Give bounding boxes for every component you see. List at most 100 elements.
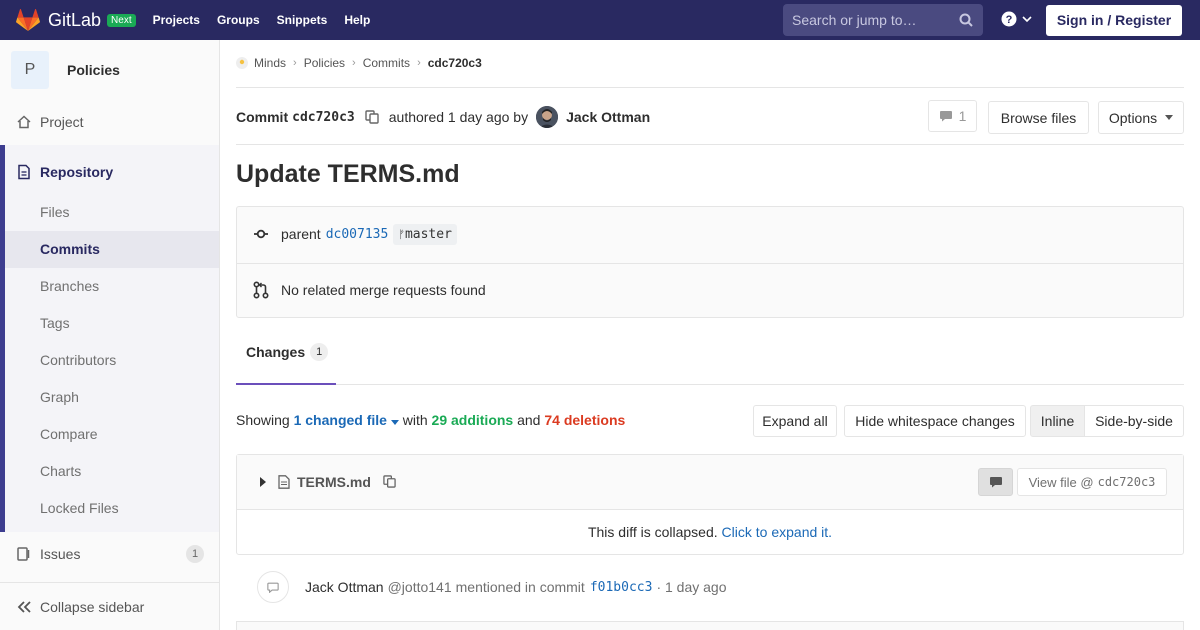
caret-right-icon[interactable] — [259, 477, 267, 487]
copy-icon[interactable] — [383, 475, 396, 488]
changed-files-dropdown[interactable]: 1 changed file — [294, 412, 399, 428]
commit-header: Commit cdc720c3 authored 1 day ago by Ja… — [236, 106, 650, 128]
with-label: with — [402, 412, 428, 428]
sidebar-item-charts[interactable]: Charts — [5, 453, 219, 490]
gitlab-logo[interactable]: GitLab Next — [16, 9, 136, 31]
additions-count: 29 additions — [431, 412, 514, 428]
sidebar-item-project[interactable]: Project — [0, 112, 219, 132]
sidebar-item-commits[interactable]: Commits — [5, 231, 219, 268]
copy-icon[interactable] — [365, 110, 379, 124]
breadcrumb-commits[interactable]: Commits — [363, 56, 410, 70]
commit-icon — [254, 229, 268, 239]
author-avatar[interactable] — [536, 106, 559, 128]
expand-all-button[interactable]: Expand all — [753, 405, 837, 437]
comments-button[interactable]: 1 — [928, 100, 977, 132]
commit-sha: cdc720c3 — [292, 109, 355, 125]
breadcrumb-minds[interactable]: Minds — [254, 56, 286, 70]
parent-label: parent — [281, 226, 321, 242]
commit-info-box: parent dc007135 ᚠmaster No related merge… — [236, 206, 1184, 318]
sidebar-item-locked-files[interactable]: Locked Files — [5, 490, 219, 527]
note-commit-link[interactable]: f01b0cc3 — [590, 580, 653, 595]
project-name: Policies — [67, 62, 120, 78]
project-avatar: P — [11, 51, 49, 89]
side-by-side-view-button[interactable]: Side-by-side — [1084, 405, 1184, 437]
and-label: and — [517, 412, 541, 428]
showing-label: Showing — [236, 412, 290, 428]
collapse-sidebar-label: Collapse sidebar — [40, 598, 145, 615]
nav-groups[interactable]: Groups — [217, 13, 260, 27]
commit-label: Commit — [236, 109, 289, 125]
search-input[interactable]: Search or jump to… — [783, 4, 983, 36]
nav-snippets[interactable]: Snippets — [277, 13, 328, 27]
file-icon — [278, 475, 290, 489]
sign-in-button[interactable]: Sign in / Register — [1046, 5, 1182, 36]
sidebar-item-compare[interactable]: Compare — [5, 416, 219, 453]
divider — [237, 263, 1183, 264]
toggle-comments-button[interactable] — [978, 468, 1013, 496]
collapse-sidebar-button[interactable]: Collapse sidebar — [0, 582, 219, 630]
brand-name: GitLab — [48, 9, 102, 30]
sidebar-item-issues[interactable]: Issues 1 — [0, 543, 219, 565]
caret-down-icon — [1165, 115, 1174, 120]
sidebar-project-header[interactable]: P Policies — [11, 51, 120, 89]
nav-projects[interactable]: Projects — [153, 13, 200, 27]
browse-files-button[interactable]: Browse files — [988, 101, 1089, 134]
sidebar-item-label: Project — [40, 114, 84, 130]
sidebar-item-repository[interactable]: Repository — [16, 164, 113, 180]
tab-changes[interactable]: Changes 1 — [236, 321, 336, 385]
options-dropdown[interactable]: Options — [1098, 101, 1184, 134]
divider — [236, 144, 1184, 145]
view-file-label: View file @ — [1028, 474, 1094, 490]
sidebar-item-tags[interactable]: Tags — [5, 305, 219, 342]
commit-authored-text: authored 1 day ago by — [388, 109, 529, 125]
issues-count-badge: 1 — [186, 545, 204, 563]
sidebar-repository-section: Repository Files Commits Branches Tags C… — [0, 145, 219, 532]
collapsed-text: This diff is collapsed. — [587, 524, 718, 540]
chevron-down-icon — [1022, 16, 1032, 23]
parent-row: parent dc007135 ᚠmaster — [237, 223, 1183, 245]
diff-collapsed-message: This diff is collapsed. Click to expand … — [237, 510, 1183, 555]
breadcrumb-separator: › — [417, 57, 421, 69]
comment-icon — [989, 477, 1002, 488]
sidebar-item-label: Issues — [40, 546, 81, 562]
expand-diff-link[interactable]: Click to expand it. — [722, 524, 833, 540]
note-icon-wrapper — [257, 571, 289, 603]
changes-tabs: Changes 1 — [236, 321, 1184, 385]
deletions-count: 74 deletions — [544, 412, 626, 428]
sidebar-item-branches[interactable]: Branches — [5, 268, 219, 305]
home-icon — [17, 115, 31, 129]
search-icon — [959, 13, 973, 27]
system-note: Jack Ottman @jotto141 mentioned in commi… — [257, 571, 727, 603]
sidebar-item-graph[interactable]: Graph — [5, 379, 219, 416]
note-author[interactable]: Jack Ottman — [305, 579, 384, 595]
author-avatar-image — [536, 106, 559, 128]
note-handle[interactable]: @jotto141 — [388, 579, 452, 595]
note-time: · 1 day ago — [656, 579, 727, 595]
sidebar: P Policies Project Repository Files Comm… — [0, 40, 220, 630]
branch-badge[interactable]: ᚠmaster — [393, 223, 457, 245]
merge-requests-row: No related merge requests found — [237, 280, 1183, 300]
breadcrumb-current[interactable]: cdc720c3 — [428, 56, 482, 70]
author-name[interactable]: Jack Ottman — [566, 109, 650, 125]
next-badge[interactable]: Next — [107, 13, 136, 27]
nav-help[interactable]: Help — [344, 13, 370, 27]
document-icon — [18, 164, 30, 180]
view-file-button[interactable]: View file @ cdc720c3 — [1017, 468, 1167, 496]
comment-icon — [939, 111, 952, 122]
gitlab-tanuki-icon — [16, 9, 40, 31]
breadcrumb-policies[interactable]: Policies — [304, 56, 345, 70]
inline-view-button[interactable]: Inline — [1030, 405, 1085, 437]
question-icon: ? — [1001, 11, 1017, 27]
tab-changes-label: Changes — [246, 344, 306, 360]
help-dropdown[interactable]: ? — [1001, 11, 1032, 27]
hide-whitespace-button[interactable]: Hide whitespace changes — [844, 405, 1026, 437]
group-avatar-icon — [236, 57, 248, 69]
sidebar-item-files[interactable]: Files — [5, 194, 219, 231]
parent-sha-link[interactable]: dc007135 — [326, 227, 389, 242]
no-merge-requests-text: No related merge requests found — [281, 282, 486, 298]
sidebar-item-contributors[interactable]: Contributors — [5, 342, 219, 379]
diff-file-name[interactable]: TERMS.md — [297, 474, 371, 490]
diff-file-header[interactable]: TERMS.md View file @ cdc720c3 — [237, 455, 1183, 510]
search-placeholder: Search or jump to… — [792, 12, 917, 28]
changed-files-label: 1 changed file — [293, 412, 387, 428]
